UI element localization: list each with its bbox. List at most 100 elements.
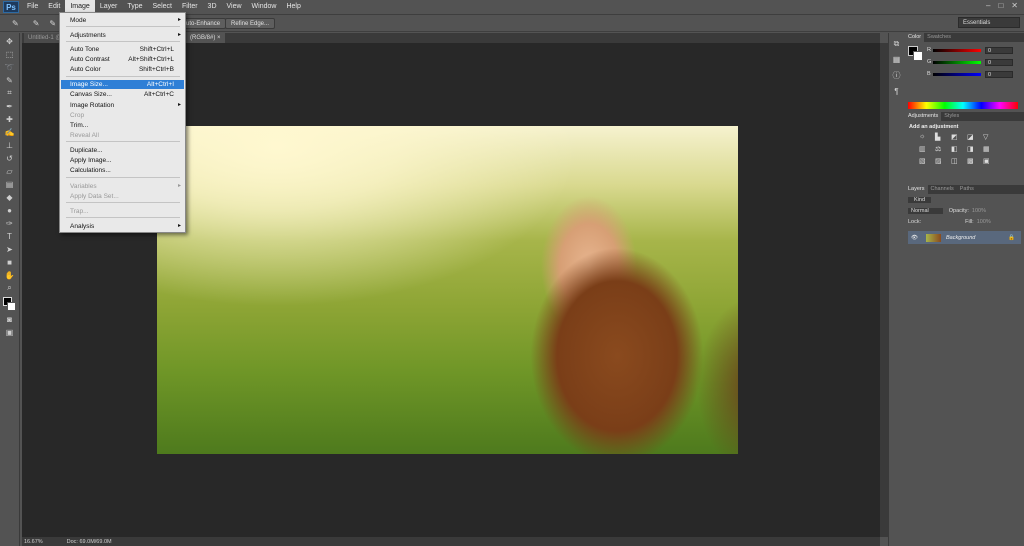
close-tab-icon[interactable]: × — [217, 35, 221, 41]
tab-paths[interactable]: Paths — [957, 185, 977, 194]
exposure-icon[interactable]: ◪ — [967, 133, 979, 141]
blend-mode-select[interactable]: Normal — [908, 207, 943, 214]
paragraph-panel-icon[interactable]: ¶ — [892, 87, 902, 97]
gradient-tool-icon[interactable]: ▤ — [4, 179, 16, 189]
menu-item-calculations[interactable]: Calculations... — [61, 166, 184, 175]
layer-row-background[interactable]: 👁 Background 🔒 — [908, 231, 1021, 244]
history-panel-icon[interactable]: ⧉ — [892, 39, 902, 49]
tab-adjustments[interactable]: Adjustments — [905, 112, 942, 121]
tab-color[interactable]: Color — [905, 33, 925, 42]
properties-panel-icon[interactable]: ▦ — [892, 55, 902, 65]
b-value-input[interactable]: 0 — [985, 70, 1013, 78]
maximize-icon[interactable]: □ — [998, 1, 1003, 10]
submenu-arrow-icon: ▸ — [177, 17, 181, 23]
brush-preset-icon[interactable]: ✎ — [33, 19, 40, 28]
levels-icon[interactable]: ▙ — [935, 133, 947, 141]
lock-icon: 🔒 — [1008, 234, 1015, 241]
r-slider[interactable] — [933, 48, 981, 52]
gradient-adjust-icon[interactable]: ▽ — [983, 133, 995, 141]
zoom-level[interactable]: 16.67% — [24, 539, 43, 545]
layer-name[interactable]: Background — [946, 235, 975, 241]
quick-mask-icon[interactable]: ◙ — [4, 314, 16, 324]
close-icon[interactable]: ✕ — [1011, 1, 1018, 10]
menu-window[interactable]: Window — [247, 0, 282, 14]
menu-view[interactable]: View — [222, 0, 247, 14]
info-panel-icon[interactable]: ⓘ — [892, 71, 902, 81]
menu-help[interactable]: Help — [281, 0, 305, 14]
menu-item-image-rotation[interactable]: Image Rotation ▸ — [61, 101, 184, 110]
menu-item-apply-image[interactable]: Apply Image... — [61, 156, 184, 165]
minimize-icon[interactable]: – — [986, 1, 990, 10]
invert-icon[interactable]: ◫ — [951, 157, 963, 165]
lasso-tool-icon[interactable]: ➰ — [4, 62, 16, 72]
dodge-tool-icon[interactable]: ● — [4, 205, 16, 215]
brush-tool-icon[interactable]: ✎ — [12, 19, 19, 28]
photo-filter-icon[interactable]: ▦ — [983, 145, 995, 153]
background-color-chip[interactable] — [913, 51, 923, 61]
hue-saturation-icon[interactable]: ⚖ — [935, 145, 947, 153]
move-tool-icon[interactable]: ✥ — [4, 36, 16, 46]
screen-mode-icon[interactable]: ▣ — [4, 327, 16, 337]
blur-tool-icon[interactable]: ◆ — [4, 192, 16, 202]
kind-filter-select[interactable]: Kind — [908, 196, 932, 203]
menu-item-adjustments[interactable]: Adjustments ▸ — [61, 31, 184, 40]
menu-item-auto-tone[interactable]: Auto Tone Shift+Ctrl+L — [61, 45, 184, 54]
zoom-tool-icon[interactable]: ⌕ — [4, 283, 16, 293]
visibility-eye-icon[interactable]: 👁 — [911, 235, 918, 241]
healing-brush-tool-icon[interactable]: ✚ — [4, 114, 16, 124]
hand-tool-icon[interactable]: ✋ — [4, 270, 16, 280]
right-panels: Color Swatches R 0 G 0 B 0 Adjustments S… — [905, 33, 1024, 546]
eyedropper-tool-icon[interactable]: ✒ — [4, 101, 16, 111]
g-slider[interactable] — [933, 60, 981, 64]
tab-channels[interactable]: Channels — [928, 185, 957, 194]
refine-edge-button[interactable]: Refine Edge... — [225, 17, 276, 29]
curves-icon[interactable]: ◩ — [951, 133, 963, 141]
brush-tool-icon[interactable]: ✍ — [4, 127, 16, 137]
vibrance-icon[interactable]: ▥ — [919, 145, 931, 153]
color-spectrum-bar[interactable] — [908, 102, 1018, 109]
r-value-input[interactable]: 0 — [985, 46, 1013, 54]
menu-item-duplicate[interactable]: Duplicate... — [61, 146, 184, 155]
menu-item-image-size[interactable]: Image Size... Alt+Ctrl+I — [61, 80, 184, 89]
document-tab-active[interactable]: (RGB/8#) × — [186, 33, 225, 43]
opacity-input[interactable]: 100% — [972, 208, 986, 214]
marquee-tool-icon[interactable]: ⬚ — [4, 49, 16, 59]
history-brush-tool-icon[interactable]: ↺ — [4, 153, 16, 163]
tab-swatches[interactable]: Swatches — [924, 33, 954, 42]
photo-canvas-image[interactable] — [157, 126, 738, 454]
menu-item-auto-contrast[interactable]: Auto Contrast Alt+Shift+Ctrl+L — [61, 55, 184, 64]
menu-file[interactable]: File — [22, 0, 43, 14]
menu-item-label: Image Size... — [70, 81, 108, 88]
menu-item-auto-color[interactable]: Auto Color Shift+Ctrl+B — [61, 65, 184, 74]
brush-add-icon[interactable]: ✎ — [49, 19, 56, 28]
black-white-icon[interactable]: ◨ — [967, 145, 979, 153]
menu-item-analysis[interactable]: Analysis ▸ — [61, 222, 184, 231]
color-balance-icon[interactable]: ◧ — [951, 145, 963, 153]
clone-stamp-tool-icon[interactable]: ⊥ — [4, 140, 16, 150]
background-color-swatch[interactable] — [7, 302, 16, 311]
menu-item-canvas-size[interactable]: Canvas Size... Alt+Ctrl+C — [61, 90, 184, 99]
color-lookup-icon[interactable]: ▨ — [935, 157, 947, 165]
eraser-tool-icon[interactable]: ▱ — [4, 166, 16, 176]
type-tool-icon[interactable]: T — [4, 231, 16, 241]
menu-item-mode[interactable]: Mode ▸ — [61, 16, 184, 25]
threshold-icon[interactable]: ▣ — [983, 157, 995, 165]
path-selection-tool-icon[interactable]: ➤ — [4, 244, 16, 254]
vertical-scrollbar[interactable] — [880, 43, 888, 537]
brightness-contrast-icon[interactable]: ☼ — [919, 133, 931, 141]
channel-mixer-icon[interactable]: ▧ — [919, 157, 931, 165]
g-value-input[interactable]: 0 — [985, 58, 1013, 66]
workspace-select[interactable]: Essentials — [958, 17, 1020, 28]
b-slider[interactable] — [933, 72, 981, 76]
shape-tool-icon[interactable]: ■ — [4, 257, 16, 267]
pen-tool-icon[interactable]: ✑ — [4, 218, 16, 228]
document-tab-label: (RGB/8#) — [190, 35, 216, 41]
fill-input[interactable]: 100% — [977, 219, 991, 225]
posterize-icon[interactable]: ▩ — [967, 157, 979, 165]
tab-layers[interactable]: Layers — [905, 185, 928, 194]
quick-selection-tool-icon[interactable]: ✎ — [4, 75, 16, 85]
menu-3d[interactable]: 3D — [203, 0, 222, 14]
tab-styles[interactable]: Styles — [941, 112, 962, 121]
crop-tool-icon[interactable]: ⌗ — [4, 88, 16, 98]
menu-item-trim[interactable]: Trim... — [61, 121, 184, 130]
